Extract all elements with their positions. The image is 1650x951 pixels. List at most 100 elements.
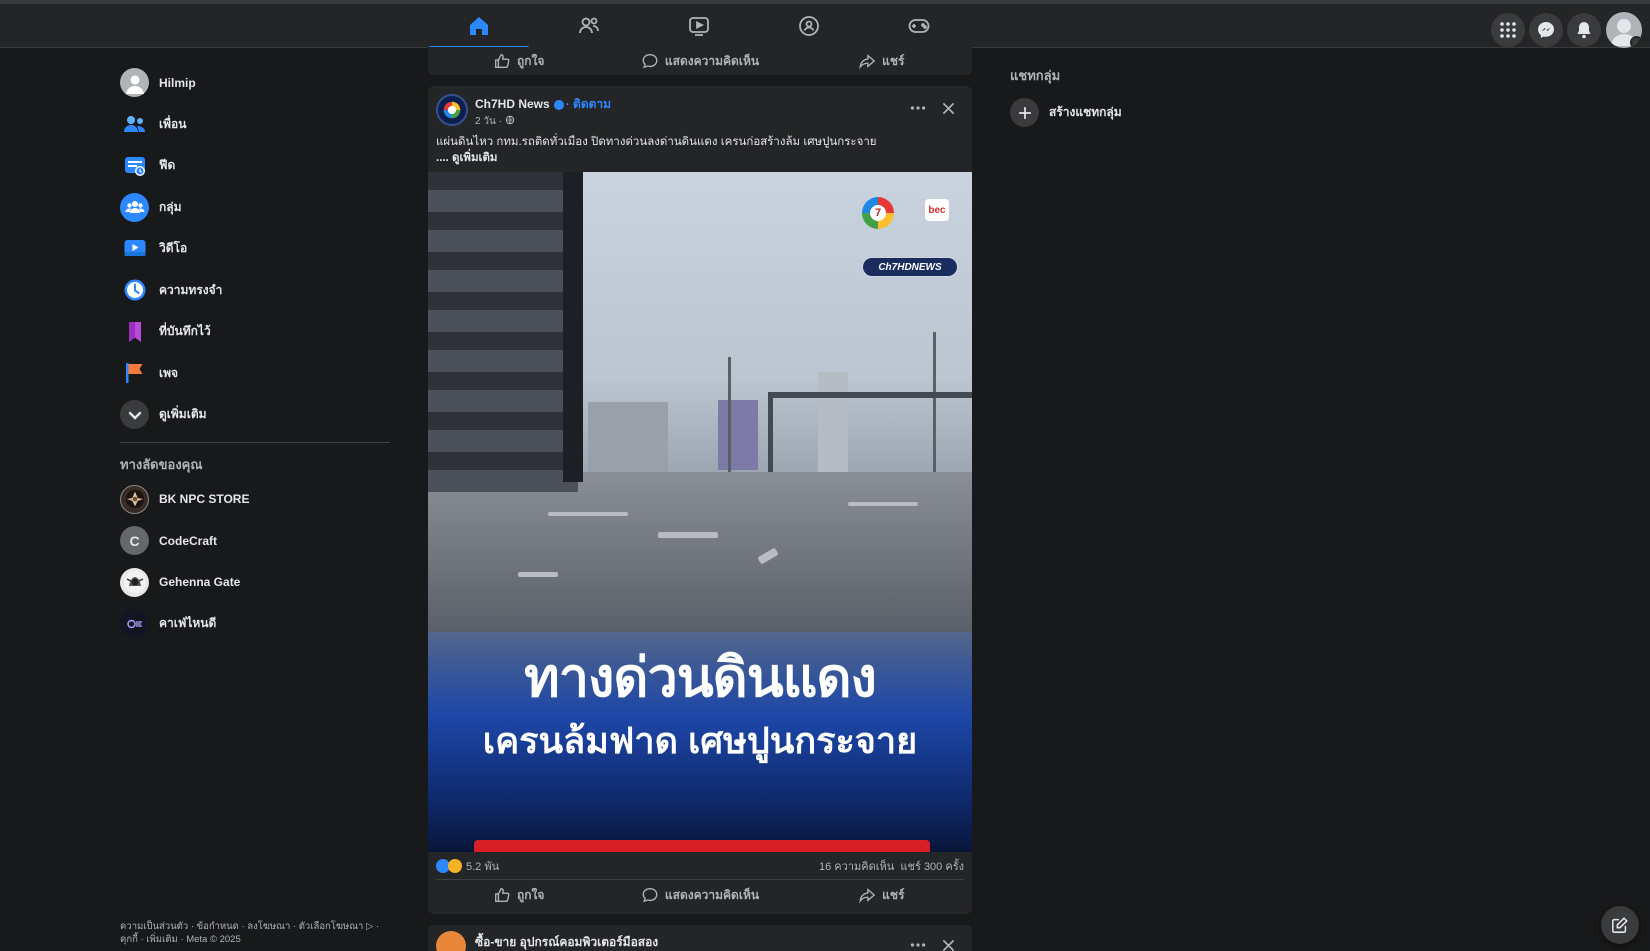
- sidebar-item-memories[interactable]: ความทรงจำ: [120, 270, 390, 312]
- street-lamp: [728, 357, 731, 477]
- comment-button[interactable]: แสดงความคิดเห็น: [609, 886, 790, 905]
- menu-grid-button[interactable]: [1491, 13, 1525, 47]
- shares-count[interactable]: แชร์ 300 ครั้ง: [900, 861, 964, 873]
- cafe-logo-icon: [126, 619, 142, 628]
- chevron-down-icon: [120, 400, 149, 430]
- create-group-chat-button[interactable]: สร้างแชทกลุ่ม: [1010, 98, 1270, 127]
- debris: [548, 512, 628, 516]
- tab-groups[interactable]: [759, 4, 859, 48]
- shortcut-label: CodeCraft: [159, 533, 218, 548]
- post-more-options-button[interactable]: [906, 98, 930, 118]
- bell-icon: [1577, 22, 1591, 39]
- like-button[interactable]: ถูกใจ: [428, 52, 609, 71]
- channel-7-number: 7: [870, 205, 886, 221]
- ch7-logo-icon: [443, 101, 461, 119]
- like-button[interactable]: ถูกใจ: [428, 886, 609, 905]
- background-buildings: [588, 402, 668, 472]
- next-post-hide-button[interactable]: [936, 935, 960, 951]
- sidebar-item-label: ที่บันทึกไว้: [159, 324, 211, 339]
- sidebar-divider: [120, 441, 390, 443]
- page-avatar[interactable]: [436, 94, 468, 126]
- post-card: Ch7HD News · ติดตาม 2 วัน · แผ่นดินไหว กท…: [428, 86, 972, 914]
- next-post-author[interactable]: ซื้อ-ขาย อุปกรณ์คอมพิวเตอร์มือสอง: [475, 933, 658, 951]
- more-horizontal-icon: [910, 943, 926, 947]
- comments-count[interactable]: 16 ความคิดเห็น: [819, 861, 894, 873]
- default-avatar-icon: [125, 75, 144, 94]
- comment-icon: [642, 54, 658, 69]
- footer-links[interactable]: ความเป็นส่วนตัว · ข้อกำหนด · ลงโฆษณา · ต…: [120, 920, 380, 946]
- post-header: Ch7HD News · ติดตาม 2 วัน ·: [428, 86, 972, 134]
- tab-watch[interactable]: [649, 4, 749, 48]
- page-name-link[interactable]: Ch7HD News: [475, 97, 550, 111]
- previous-post-actions: ถูกใจ แสดงความคิดเห็น แชร์: [428, 47, 972, 75]
- tab-friends[interactable]: [539, 4, 639, 48]
- reactions-count: 5.2 พัน: [466, 860, 500, 873]
- close-icon: [942, 102, 954, 114]
- image-subheadline: เครนล้มฟาด เศษปูนกระจาย: [482, 720, 918, 761]
- sidebar-item-label: วิดีโอ: [159, 241, 188, 256]
- shortcut-avatar: [120, 609, 149, 639]
- sidebar-item-video[interactable]: วิดีโอ: [120, 228, 390, 270]
- next-post-more-button[interactable]: [906, 935, 930, 951]
- home-icon: [470, 17, 488, 35]
- next-post-avatar[interactable]: [436, 931, 466, 951]
- notifications-button[interactable]: [1567, 13, 1601, 47]
- saved-icon: [120, 317, 149, 346]
- sidebar-item-pages[interactable]: เพจ: [120, 353, 390, 395]
- share-label: แชร์: [882, 887, 905, 902]
- shortcut-label: Gehenna Gate: [159, 575, 241, 590]
- sidebar-item-groups[interactable]: กลุ่ม: [120, 187, 390, 229]
- post-stats: 5.2 พัน 16 ความคิดเห็น แชร์ 300 ครั้ง: [436, 852, 964, 880]
- sidebar-item-feed[interactable]: ฟีด: [120, 145, 390, 187]
- menu-grid-icon: [1500, 22, 1516, 38]
- new-message-button[interactable]: [1601, 906, 1639, 944]
- post-time[interactable]: 2 วัน ·: [475, 116, 502, 127]
- image-headline: ทางด่วนดินแดง: [524, 648, 877, 708]
- feed-icon: [120, 151, 149, 180]
- shortcut-item-cafe[interactable]: คาเฟ่ไหนดี: [120, 603, 390, 645]
- left-sidebar: Hilmip เพื่อน ฟีด กลุ่ม วิดีโอ ความทรงจำ: [120, 62, 390, 645]
- right-rail: แชทกลุ่ม สร้างแชทกลุ่ม: [1010, 64, 1270, 127]
- gaming-icon: [908, 19, 930, 33]
- engagement-counts: 16 ความคิดเห็น แชร์ 300 ครั้ง: [819, 857, 964, 875]
- shortcut-item-gehenna-gate[interactable]: Gehenna Gate: [120, 562, 390, 604]
- messenger-button[interactable]: [1529, 13, 1563, 47]
- sidebar-item-see-more[interactable]: ดูเพิ่มเติม: [120, 394, 390, 436]
- sidebar-item-label: ฟีด: [159, 158, 176, 173]
- top-navigation-bar: [0, 0, 1650, 49]
- debris: [658, 532, 718, 538]
- haha-reaction-icon: [448, 858, 462, 873]
- messenger-icon: [1538, 22, 1554, 38]
- comment-button[interactable]: แสดงความคิดเห็น: [609, 52, 790, 71]
- profile-avatar[interactable]: [1606, 12, 1642, 48]
- post-text: แผ่นดินไหว กทม.รถติดทั่วเมือง ปิดทางด่วน…: [428, 134, 972, 172]
- post-image[interactable]: 7 bec Ch7HDNEWS ทางด่วนดินแดง เครนล้มฟาด…: [428, 172, 972, 852]
- shortcut-item-codecraft[interactable]: C CodeCraft: [120, 520, 390, 562]
- groups-icon: [120, 192, 149, 222]
- reactions-summary[interactable]: 5.2 พัน: [436, 857, 499, 875]
- shortcut-avatar: C: [120, 526, 149, 556]
- share-button[interactable]: แชร์: [791, 886, 972, 905]
- channel-7-logo: 7: [862, 197, 894, 229]
- post-author: Ch7HD News · ติดตาม: [475, 95, 611, 114]
- sidebar-item-profile[interactable]: Hilmip: [120, 62, 390, 104]
- street-lamp: [933, 332, 936, 477]
- post-hide-button[interactable]: [936, 98, 960, 118]
- plus-icon: [1010, 98, 1039, 127]
- shortcut-item-bk-npc-store[interactable]: BK NPC STORE: [120, 479, 390, 521]
- tab-gaming[interactable]: [869, 4, 969, 48]
- sidebar-item-saved[interactable]: ที่บันทึกไว้: [120, 311, 390, 353]
- image-bottom-bar: [474, 840, 930, 852]
- sidebar-item-friends[interactable]: เพื่อน: [120, 104, 390, 146]
- share-button[interactable]: แชร์: [791, 52, 972, 71]
- post-actions: ถูกใจ แสดงความคิดเห็น แชร์: [428, 880, 972, 910]
- see-more-link[interactable]: .... ดูเพิ่มเติม: [436, 150, 964, 166]
- globe-icon: [505, 115, 514, 125]
- sidebar-item-label: เพื่อน: [159, 116, 187, 131]
- more-horizontal-icon: [910, 106, 926, 110]
- profile-menu-chevron-icon: [1630, 36, 1642, 48]
- follow-button[interactable]: ติดตาม: [573, 97, 611, 111]
- tab-home[interactable]: [429, 4, 529, 49]
- share-icon: [859, 888, 876, 904]
- expressway-road: [428, 472, 972, 632]
